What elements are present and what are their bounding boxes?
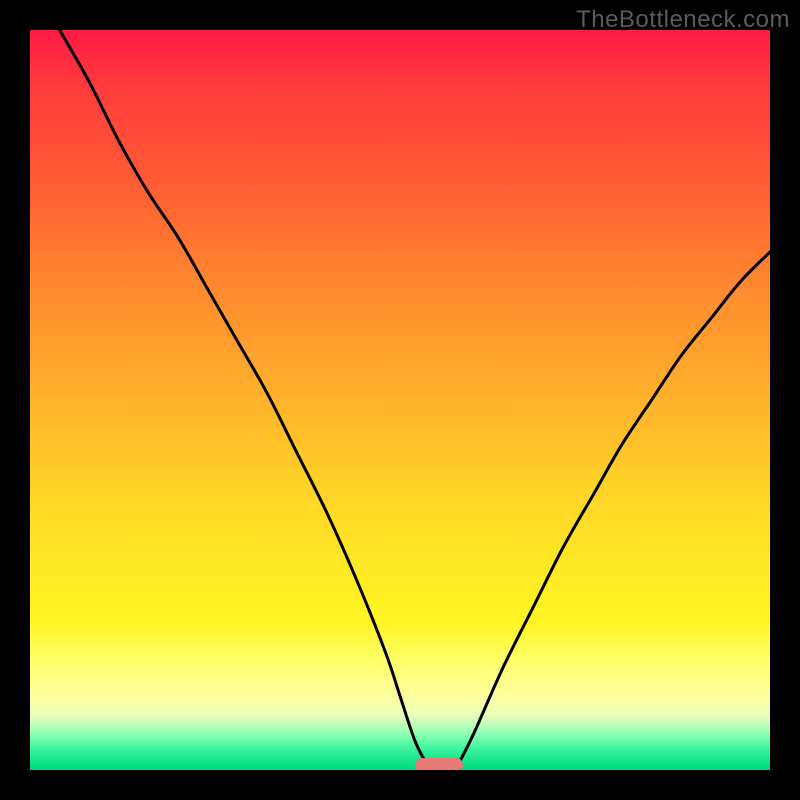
plot-area: [30, 30, 770, 770]
watermark-label: TheBottleneck.com: [576, 6, 790, 34]
optimal-marker: [415, 758, 463, 770]
left-curve: [60, 30, 426, 763]
right-curve: [459, 252, 770, 763]
chart-frame: TheBottleneck.com: [0, 0, 800, 800]
curve-layer: [30, 30, 770, 770]
